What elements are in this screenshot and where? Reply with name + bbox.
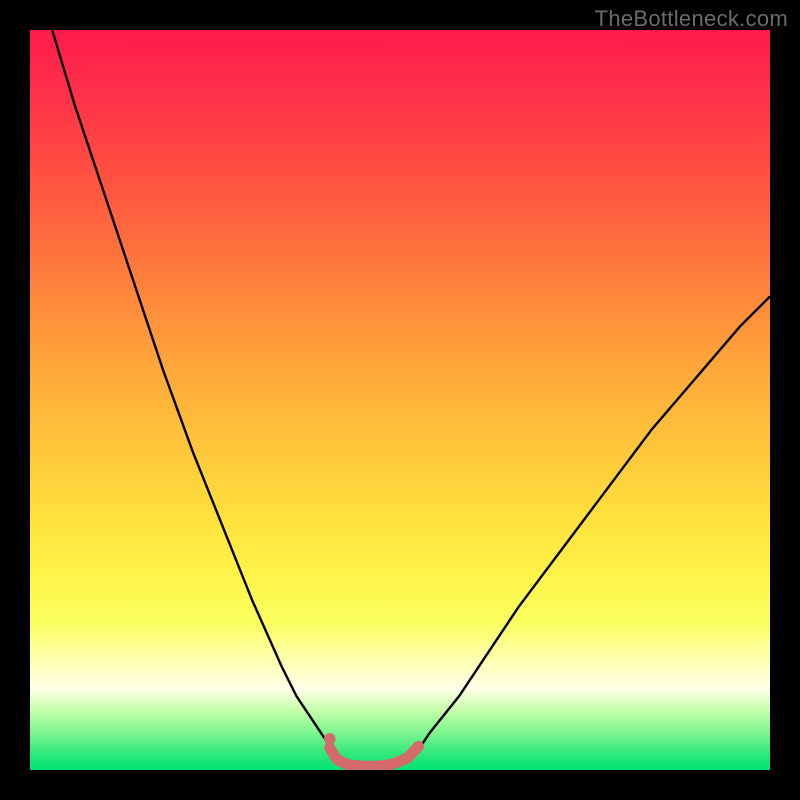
marker-0 xyxy=(324,733,336,745)
series-left-curve xyxy=(52,30,333,755)
watermark-text: TheBottleneck.com xyxy=(595,6,788,32)
series-bottom-accent xyxy=(330,746,419,766)
chart-frame: TheBottleneck.com xyxy=(0,0,800,800)
chart-svg xyxy=(30,30,770,770)
plot-area xyxy=(30,30,770,770)
series-right-curve xyxy=(415,296,770,755)
